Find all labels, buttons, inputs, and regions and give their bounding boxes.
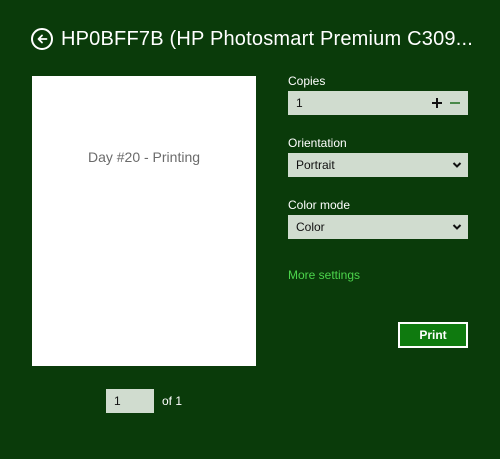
color-mode-label: Color mode — [288, 198, 351, 212]
more-settings-link[interactable]: More settings — [288, 268, 360, 282]
decrement-copies-button[interactable] — [446, 91, 464, 115]
color-mode-select[interactable]: Color — [288, 215, 468, 239]
print-preview-page: Day #20 - Printing — [32, 76, 256, 366]
orientation-dropdown-toggle[interactable] — [446, 153, 468, 177]
print-dialog-header: HP0BFF7B (HP Photosmart Premium C309... — [31, 26, 491, 52]
printer-title: HP0BFF7B (HP Photosmart Premium C309... — [61, 28, 474, 50]
page-number-input[interactable] — [106, 389, 154, 413]
orientation-select[interactable]: Portrait — [288, 153, 468, 177]
increment-copies-button[interactable] — [428, 91, 446, 115]
copies-stepper[interactable]: 1 — [288, 91, 468, 115]
chevron-down-icon — [452, 162, 462, 168]
color-mode-dropdown-toggle[interactable] — [446, 215, 468, 239]
page-count-label: of 1 — [162, 394, 183, 408]
copies-label: Copies — [288, 74, 326, 88]
minus-icon — [450, 102, 460, 104]
print-button[interactable]: Print — [398, 322, 468, 348]
copies-value[interactable]: 1 — [296, 96, 428, 110]
orientation-label: Orientation — [288, 136, 347, 150]
preview-page-text: Day #20 - Printing — [87, 149, 201, 165]
chevron-down-icon — [452, 224, 462, 230]
color-mode-value: Color — [296, 220, 325, 234]
back-arrow-icon — [37, 34, 48, 44]
plus-icon — [432, 98, 442, 108]
orientation-value: Portrait — [296, 158, 335, 172]
back-button[interactable] — [31, 28, 53, 50]
